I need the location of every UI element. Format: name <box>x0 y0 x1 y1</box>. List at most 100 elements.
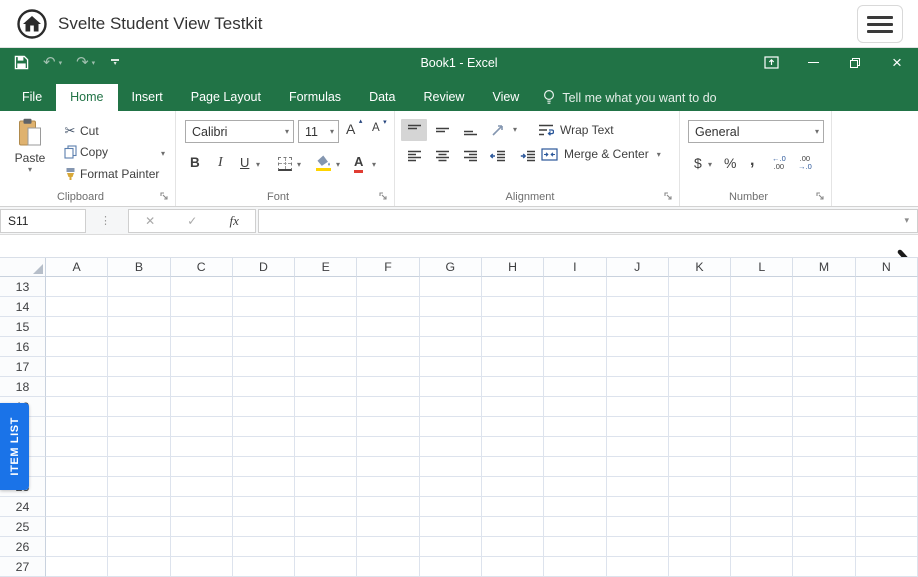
cell-E16[interactable] <box>295 337 357 357</box>
undo-dropdown-icon[interactable]: ▾ <box>59 59 63 67</box>
cell-C16[interactable] <box>171 337 233 357</box>
fill-color-button[interactable] <box>316 155 331 167</box>
cell-A22[interactable] <box>46 457 108 477</box>
increase-indent-button[interactable] <box>515 145 541 167</box>
tab-home[interactable]: Home <box>56 84 117 111</box>
cell-B16[interactable] <box>108 337 170 357</box>
cell-G17[interactable] <box>420 357 482 377</box>
cancel-icon[interactable]: ✕ <box>145 214 155 228</box>
orientation-button[interactable] <box>485 119 511 141</box>
cell-H16[interactable] <box>482 337 544 357</box>
cell-B22[interactable] <box>108 457 170 477</box>
cell-H18[interactable] <box>482 377 544 397</box>
cell-C20[interactable] <box>171 417 233 437</box>
tab-formulas[interactable]: Formulas <box>275 84 355 111</box>
cell-N14[interactable] <box>856 297 918 317</box>
copy-dropdown-icon[interactable]: ▾ <box>161 149 165 158</box>
cell-N19[interactable] <box>856 397 918 417</box>
align-left-button[interactable] <box>401 145 427 167</box>
cell-D14[interactable] <box>233 297 295 317</box>
decrease-indent-button[interactable] <box>485 145 511 167</box>
cell-L19[interactable] <box>731 397 793 417</box>
column-header-D[interactable]: D <box>233 258 295 277</box>
cell-H21[interactable] <box>482 437 544 457</box>
cell-I18[interactable] <box>544 377 606 397</box>
hamburger-menu-button[interactable] <box>857 5 903 43</box>
cell-L14[interactable] <box>731 297 793 317</box>
cell-B24[interactable] <box>108 497 170 517</box>
column-header-I[interactable]: I <box>544 258 606 277</box>
row-header-17[interactable]: 17 <box>0 357 46 377</box>
increase-font-size-button[interactable]: A▴ <box>346 121 355 137</box>
cell-L18[interactable] <box>731 377 793 397</box>
cell-I17[interactable] <box>544 357 606 377</box>
column-header-M[interactable]: M <box>793 258 855 277</box>
cell-J15[interactable] <box>607 317 669 337</box>
cell-J21[interactable] <box>607 437 669 457</box>
cell-G27[interactable] <box>420 557 482 577</box>
cell-G18[interactable] <box>420 377 482 397</box>
number-dialog-launcher[interactable] <box>816 192 826 202</box>
font-name-combo[interactable]: Calibri ▾ <box>185 120 294 143</box>
cell-F25[interactable] <box>357 517 419 537</box>
cell-B25[interactable] <box>108 517 170 537</box>
restore-button[interactable] <box>834 48 876 77</box>
cell-D15[interactable] <box>233 317 295 337</box>
cell-F23[interactable] <box>357 477 419 497</box>
close-button[interactable]: × <box>876 48 918 77</box>
cell-D23[interactable] <box>233 477 295 497</box>
cell-G26[interactable] <box>420 537 482 557</box>
cell-K26[interactable] <box>669 537 731 557</box>
cell-E18[interactable] <box>295 377 357 397</box>
cell-N20[interactable] <box>856 417 918 437</box>
enter-icon[interactable]: ✓ <box>187 214 197 228</box>
cell-D25[interactable] <box>233 517 295 537</box>
cell-E13[interactable] <box>295 277 357 297</box>
paste-dropdown-icon[interactable]: ▾ <box>28 165 32 174</box>
cell-C21[interactable] <box>171 437 233 457</box>
underline-dropdown-icon[interactable]: ▾ <box>256 160 260 169</box>
redo-dropdown-icon[interactable]: ▾ <box>92 59 96 67</box>
cell-N16[interactable] <box>856 337 918 357</box>
cell-M27[interactable] <box>793 557 855 577</box>
cell-F13[interactable] <box>357 277 419 297</box>
italic-button[interactable]: I <box>218 155 223 171</box>
cell-N15[interactable] <box>856 317 918 337</box>
cell-G23[interactable] <box>420 477 482 497</box>
cell-I13[interactable] <box>544 277 606 297</box>
cell-K19[interactable] <box>669 397 731 417</box>
name-box-input[interactable] <box>0 209 86 233</box>
font-color-button[interactable]: A <box>354 154 363 169</box>
cell-F17[interactable] <box>357 357 419 377</box>
cell-I16[interactable] <box>544 337 606 357</box>
borders-dropdown-icon[interactable]: ▾ <box>297 160 301 169</box>
cell-A26[interactable] <box>46 537 108 557</box>
cell-D27[interactable] <box>233 557 295 577</box>
minimize-button[interactable] <box>792 48 834 77</box>
font-dialog-launcher[interactable] <box>379 192 389 202</box>
cell-J14[interactable] <box>607 297 669 317</box>
cell-C18[interactable] <box>171 377 233 397</box>
cell-N23[interactable] <box>856 477 918 497</box>
cell-B19[interactable] <box>108 397 170 417</box>
cell-M20[interactable] <box>793 417 855 437</box>
cell-N25[interactable] <box>856 517 918 537</box>
cell-D21[interactable] <box>233 437 295 457</box>
cell-G20[interactable] <box>420 417 482 437</box>
cell-D17[interactable] <box>233 357 295 377</box>
tab-insert[interactable]: Insert <box>118 84 177 111</box>
cell-K23[interactable] <box>669 477 731 497</box>
cell-B14[interactable] <box>108 297 170 317</box>
cell-N27[interactable] <box>856 557 918 577</box>
cell-C22[interactable] <box>171 457 233 477</box>
cell-G24[interactable] <box>420 497 482 517</box>
cell-K15[interactable] <box>669 317 731 337</box>
cell-F15[interactable] <box>357 317 419 337</box>
cell-K14[interactable] <box>669 297 731 317</box>
decrease-font-size-button[interactable]: A▾ <box>372 122 380 134</box>
column-header-L[interactable]: L <box>731 258 793 277</box>
cell-C26[interactable] <box>171 537 233 557</box>
cell-K16[interactable] <box>669 337 731 357</box>
cell-H19[interactable] <box>482 397 544 417</box>
row-header-27[interactable]: 27 <box>0 557 46 577</box>
